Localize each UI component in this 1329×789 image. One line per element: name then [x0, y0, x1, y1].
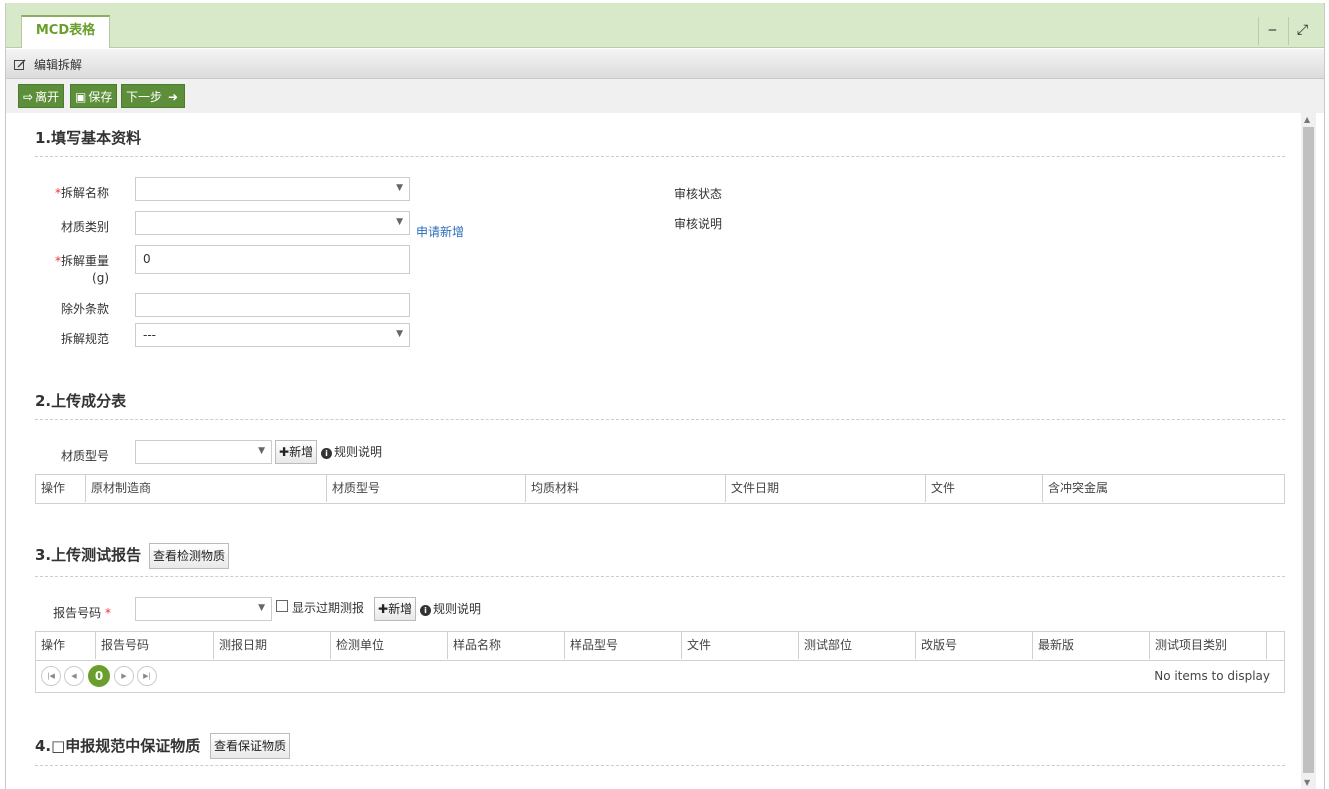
column-header[interactable]: 样品型号 — [565, 632, 682, 659]
column-header[interactable]: 最新版 — [1033, 632, 1150, 659]
chevron-down-icon: ▼ — [396, 183, 403, 193]
apply-new-link[interactable]: 申请新增 — [416, 223, 464, 240]
material-model-label: 材质型号 — [60, 449, 109, 463]
report-no-select[interactable]: ▼ — [135, 597, 272, 621]
column-header[interactable]: 样品名称 — [448, 632, 565, 659]
column-header[interactable]: 检测单位 — [331, 632, 448, 659]
section2-title: 2.上传成分表 — [35, 392, 127, 410]
chevron-down-icon: ▼ — [396, 217, 403, 227]
material-category-select[interactable]: ▼ — [135, 211, 410, 235]
weight-label: *拆解重量 — [54, 254, 109, 268]
divider — [35, 419, 1285, 420]
section3-title: 3.上传测试报告 — [35, 546, 142, 564]
scroll-up-icon[interactable]: ▲ — [1304, 115, 1310, 124]
first-page-icon[interactable]: |◀ — [41, 666, 61, 686]
form-content: 1.填写基本资料 *拆解名称 ▼ 材质类别 ▼ 申请新增 *拆解重量 (g) 0… — [19, 113, 1301, 789]
section4-title: 4.□申报规范中保证物质 — [35, 737, 201, 755]
info-icon: i — [321, 448, 332, 459]
chevron-down-icon: ▼ — [258, 603, 265, 613]
weight-unit-label: (g) — [92, 271, 109, 285]
toolbar: ⇨ 离开 ▣ 保存 下一步 ➜ — [6, 79, 1324, 113]
section1-title: 1.填写基本资料 — [35, 129, 142, 147]
info-icon: i — [420, 605, 431, 616]
disassembly-name-select[interactable]: ▼ — [135, 177, 410, 201]
sub-header: 编辑拆解 — [6, 49, 1324, 79]
material-category-label: 材质类别 — [60, 220, 109, 234]
column-header[interactable]: 均质材料 — [526, 475, 726, 502]
test-report-table: 操作 报告号码 测报日期 检测单位 样品名称 样品型号 文件 测试部位 改版号 … — [35, 631, 1285, 693]
show-expired-label: 显示过期测报 — [292, 601, 365, 615]
save-button[interactable]: ▣ 保存 — [70, 84, 118, 108]
divider — [35, 765, 1285, 766]
column-header[interactable]: 文件 — [682, 632, 799, 659]
plus-icon: ✚ — [279, 445, 290, 459]
chevron-down-icon: ▼ — [396, 329, 403, 339]
arrow-right-icon: ➜ — [168, 90, 179, 104]
column-header[interactable]: 文件 — [926, 475, 1043, 502]
floppy-icon: ▣ — [75, 90, 87, 104]
column-header[interactable]: 报告号码 — [96, 632, 214, 659]
next-step-button[interactable]: 下一步 ➜ — [121, 84, 186, 108]
column-header[interactable]: 操作 — [36, 475, 86, 502]
mcd-window: MCD表格 ‒ ⤢ 编辑拆解 ⇨ 离开 ▣ 保存 下一步 ➜ 1.填写基本资料 *拆解… — [5, 3, 1325, 789]
disassembly-name-label: *拆解名称 — [54, 186, 109, 200]
column-header[interactable]: 测试项目类别 — [1150, 632, 1267, 659]
rules-info-3[interactable]: i 规则说明 — [420, 600, 481, 617]
spec-select[interactable]: --- ▼ — [135, 323, 410, 347]
scroll-down-icon[interactable]: ▼ — [1304, 778, 1310, 787]
vertical-scrollbar[interactable]: ▲ ▼ — [1301, 113, 1316, 789]
tab-bar: MCD表格 ‒ ⤢ — [6, 3, 1324, 48]
leave-button[interactable]: ⇨ 离开 — [18, 84, 65, 108]
scroll-thumb[interactable] — [1303, 127, 1314, 773]
composition-table: 操作 原材制造商 材质型号 均质材料 文件日期 文件 含冲突金属 — [35, 474, 1285, 504]
spec-label: 拆解规范 — [60, 332, 109, 346]
plus-icon: ✚ — [378, 602, 389, 616]
weight-input[interactable]: 0 — [135, 245, 410, 274]
column-header[interactable]: 测报日期 — [214, 632, 331, 659]
audit-status-label: 审核状态 — [674, 187, 723, 201]
sub-header-title: 编辑拆解 — [34, 58, 83, 72]
add-material-button[interactable]: ✚新增 — [275, 440, 318, 464]
prev-page-icon[interactable]: ◀ — [64, 666, 84, 686]
column-header[interactable]: 操作 — [36, 632, 96, 659]
current-page[interactable]: 0 — [88, 665, 110, 687]
last-page-icon[interactable]: ▶| — [137, 666, 157, 686]
column-header[interactable]: 改版号 — [916, 632, 1033, 659]
column-header[interactable]: 材质型号 — [327, 475, 526, 502]
divider — [35, 576, 1285, 577]
show-expired-checkbox[interactable] — [276, 600, 288, 612]
view-test-substances-button[interactable]: 查看检测物质 — [149, 543, 230, 569]
exclusion-label: 除外条款 — [60, 302, 109, 316]
edit-icon — [14, 59, 26, 70]
exclusion-input[interactable] — [135, 293, 410, 317]
divider — [35, 156, 1285, 157]
report-no-label: 报告号码 * — [53, 606, 111, 620]
minimize-button[interactable]: ‒ — [1258, 17, 1286, 45]
rules-info-2[interactable]: i 规则说明 — [321, 443, 382, 460]
audit-desc-label: 审核说明 — [674, 217, 723, 231]
column-header[interactable]: 含冲突金属 — [1043, 475, 1284, 502]
tab-mcd-form[interactable]: MCD表格 — [21, 15, 110, 48]
empty-message: No items to display — [1154, 669, 1270, 683]
add-report-button[interactable]: ✚新增 — [374, 597, 417, 621]
column-header[interactable]: 测试部位 — [799, 632, 916, 659]
chevron-down-icon: ▼ — [258, 446, 265, 456]
column-header[interactable]: 原材制造商 — [86, 475, 327, 502]
exit-icon: ⇨ — [23, 90, 34, 104]
view-guarantee-substances-button[interactable]: 查看保证物质 — [210, 733, 291, 759]
maximize-button[interactable]: ⤢ — [1288, 17, 1316, 45]
material-model-select[interactable]: ▼ — [135, 440, 272, 464]
column-header[interactable]: 文件日期 — [726, 475, 926, 502]
pager: |◀ ◀ 0 ▶ ▶| No items to display — [36, 660, 1284, 692]
next-page-icon[interactable]: ▶ — [114, 666, 134, 686]
